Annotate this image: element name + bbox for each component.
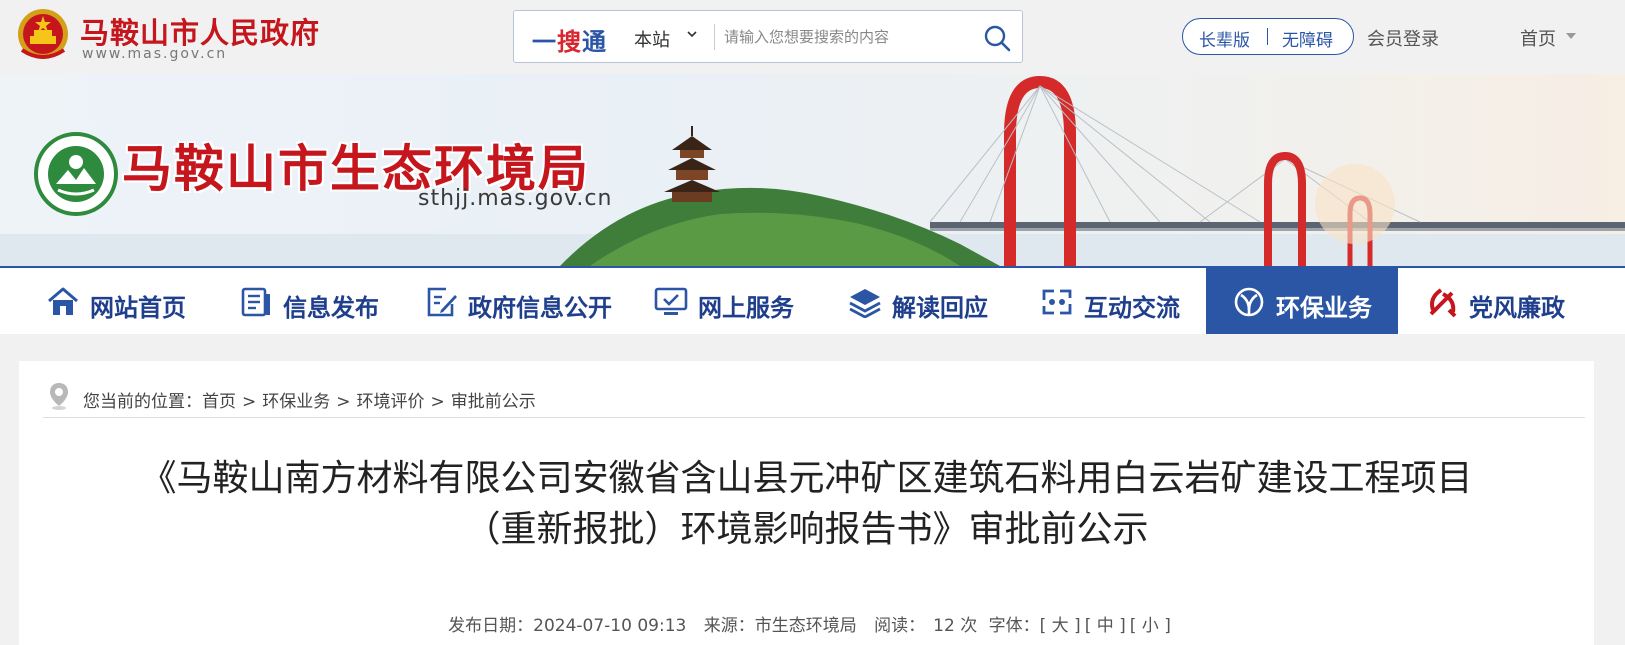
nav-label: 信息发布 (283, 294, 379, 322)
nav-label: 互动交流 (1084, 294, 1180, 322)
banner: 马鞍山市生态环境局 sthjj.mas.gov.cn (0, 74, 1625, 266)
site-url: www.mas.gov.cn (82, 46, 228, 62)
article-source: 来源：市生态环境局 (703, 616, 857, 636)
nav-item-home[interactable]: 网站首页 (46, 268, 216, 334)
font-medium-button[interactable]: [ 中 ] (1085, 616, 1126, 636)
edit-document-icon (427, 287, 457, 317)
article-meta: 发布日期：2024-07-10 09:13 来源：市生态环境局 阅读： 12 次 … (19, 611, 1594, 636)
monitor-check-icon (654, 287, 688, 315)
nav-item-info-release[interactable]: 信息发布 (239, 268, 409, 334)
layers-icon (849, 289, 881, 318)
article-title-line1: 《马鞍山南方材料有限公司安徽省含山县元冲矿区建筑石料用白云岩矿建设工程项目 (140, 458, 1473, 499)
read-count: 阅读： 12 次 (874, 616, 978, 636)
nav-item-interaction[interactable]: 互动交流 (1040, 268, 1210, 334)
nav-item-online-service[interactable]: 网上服务 (654, 268, 824, 334)
main-nav: 网站首页 信息发布 政府信息公开 网上服务 解读回应 互动交流 环保业务 党风廉… (0, 266, 1625, 334)
breadcrumb-separator: > (242, 392, 257, 412)
location-pin-icon (50, 383, 68, 410)
chevron-down-icon[interactable] (687, 29, 697, 39)
access-divider (1267, 28, 1268, 45)
nav-label: 解读回应 (892, 294, 988, 322)
font-size-controls: 字体：[ 大 ][ 中 ][ 小 ] (988, 616, 1171, 636)
nav-item-interpretation[interactable]: 解读回应 (848, 268, 1018, 334)
breadcrumb-divider (43, 417, 1585, 418)
search-input[interactable] (724, 23, 964, 51)
nav-item-gov-info-disclosure[interactable]: 政府信息公开 (424, 268, 624, 334)
national-emblem-icon (18, 9, 68, 59)
article-title: 《马鞍山南方材料有限公司安徽省含山县元冲矿区建筑石料用白云岩矿建设工程项目 （重… (59, 453, 1554, 555)
search-icon[interactable] (982, 23, 1012, 53)
breadcrumb-separator: > (336, 392, 351, 412)
bureau-url: sthjj.mas.gov.cn (418, 186, 613, 211)
nav-label: 网站首页 (90, 294, 186, 322)
accessibility-toggle-group: 长辈版 无障碍 (1182, 18, 1354, 55)
home-icon (48, 287, 78, 315)
eco-leaf-icon (1234, 287, 1264, 317)
content-panel: 您当前的位置：首页 > 环保业务 > 环境评价 > 审批前公示 《马鞍山南方材料有限公司安徽… (19, 361, 1594, 645)
party-emblem-icon (1429, 288, 1457, 318)
elder-mode-link[interactable]: 长辈版 (1199, 26, 1250, 51)
pagoda-icon (664, 126, 720, 202)
breadcrumb-prefix: 您当前的位置： (83, 392, 202, 412)
article-title-line2: （重新报批）环境影响报告书》审批前公示 (464, 509, 1149, 550)
breadcrumb-home[interactable]: 首页 (202, 392, 236, 412)
breadcrumb-pre-approval[interactable]: 审批前公示 (451, 392, 536, 412)
font-small-button[interactable]: [ 小 ] (1130, 616, 1171, 636)
search-scope-select[interactable]: 本站 (634, 26, 670, 52)
nav-label: 网上服务 (698, 294, 794, 322)
breadcrumb-env-evaluation[interactable]: 环境评价 (357, 392, 425, 412)
nav-item-party-integrity[interactable]: 党风廉政 (1425, 268, 1595, 334)
caret-down-icon[interactable] (1566, 33, 1576, 39)
nav-item-environmental-business[interactable]: 环保业务 (1206, 268, 1398, 334)
interaction-icon (1042, 289, 1072, 315)
nav-label: 环保业务 (1276, 294, 1372, 322)
breadcrumb-separator: > (430, 392, 445, 412)
font-large-button[interactable]: [ 大 ] (1040, 616, 1081, 636)
nav-label: 党风廉政 (1469, 294, 1565, 322)
home-dropdown[interactable]: 首页 (1520, 25, 1556, 51)
member-login-link[interactable]: 会员登录 (1367, 25, 1439, 51)
top-bar: 马鞍山市人民政府 www.mas.gov.cn 一搜通 本站 长辈版 无障碍 会… (0, 0, 1625, 74)
search-brand-logo: 一搜通 (532, 28, 607, 56)
document-list-icon (241, 287, 270, 317)
search-divider (714, 24, 715, 50)
search-box: 一搜通 本站 (513, 10, 1023, 63)
bureau-emblem-icon (34, 132, 118, 216)
accessibility-link[interactable]: 无障碍 (1282, 26, 1333, 51)
breadcrumb-text: 您当前的位置：首页 > 环保业务 > 环境评价 > 审批前公示 (83, 387, 536, 412)
nav-label: 政府信息公开 (468, 294, 612, 322)
breadcrumb-env-business[interactable]: 环保业务 (262, 392, 330, 412)
publish-date: 发布日期：2024-07-10 09:13 (448, 616, 687, 636)
